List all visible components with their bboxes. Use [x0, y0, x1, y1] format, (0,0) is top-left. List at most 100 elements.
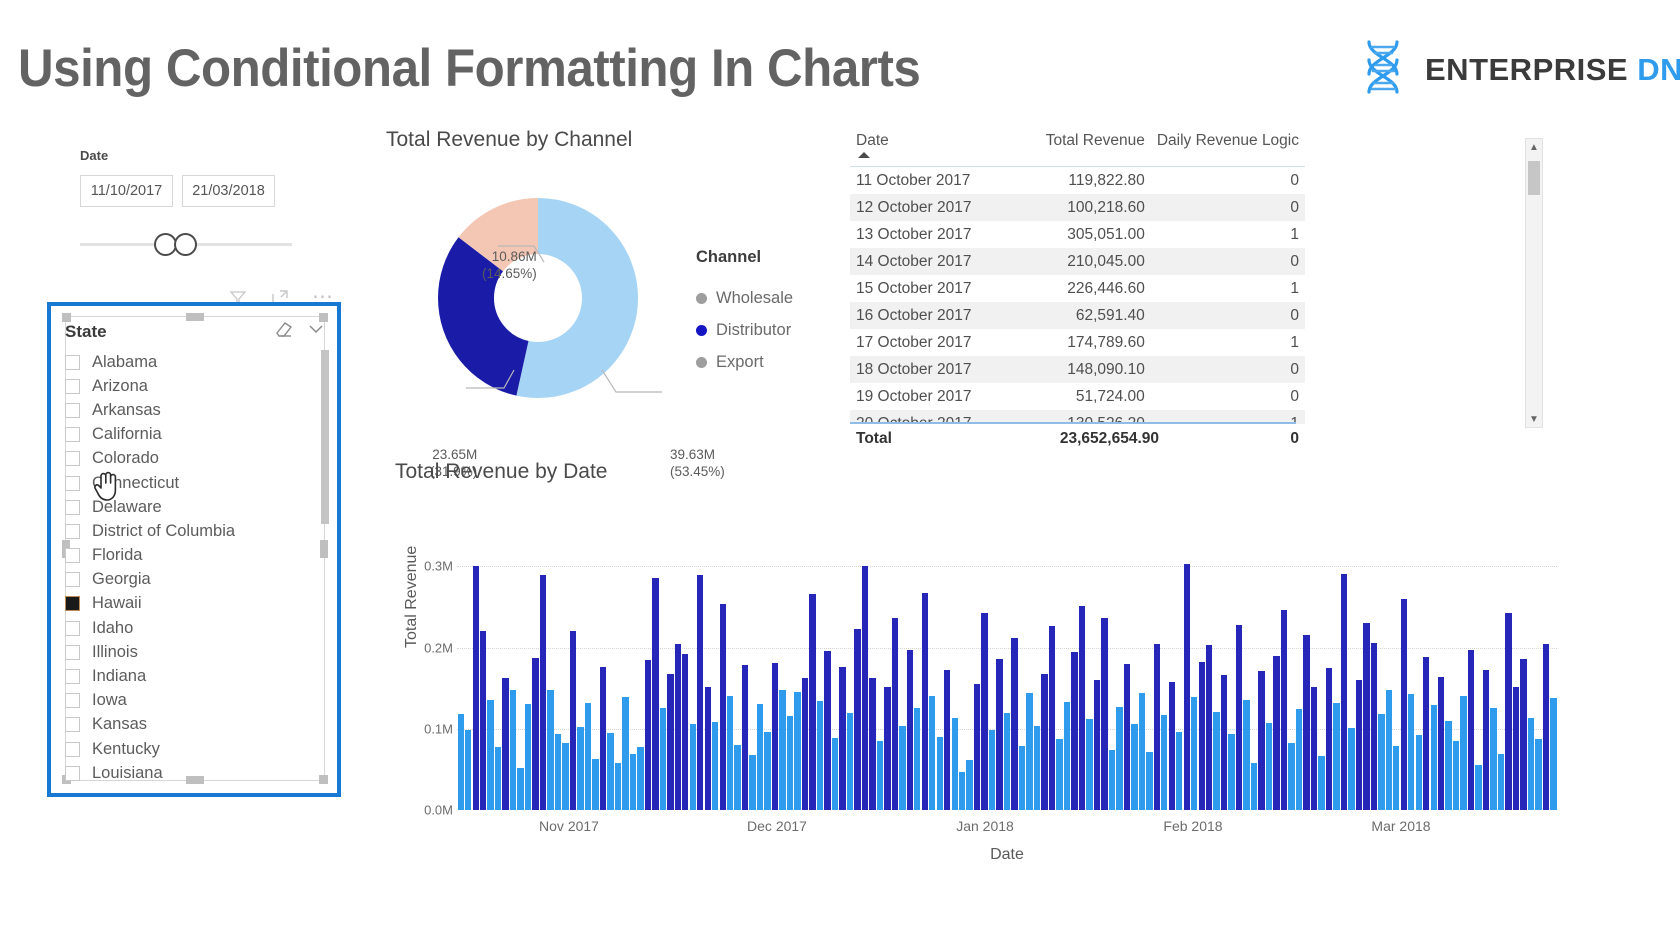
bar[interactable] — [1408, 693, 1415, 810]
bar[interactable] — [1415, 735, 1422, 810]
bar[interactable] — [1482, 670, 1490, 810]
bar[interactable] — [966, 760, 973, 810]
bar[interactable] — [884, 687, 891, 810]
bar[interactable] — [771, 663, 779, 810]
bar[interactable] — [502, 678, 509, 810]
bar[interactable] — [1198, 662, 1205, 810]
state-list-item[interactable]: Indiana — [65, 664, 315, 688]
state-checkbox[interactable] — [65, 523, 80, 539]
bar[interactable] — [861, 566, 869, 810]
bar[interactable] — [1452, 740, 1460, 810]
bar[interactable] — [1063, 702, 1071, 810]
bar[interactable] — [1527, 718, 1535, 810]
bar[interactable] — [554, 734, 562, 810]
bar[interactable] — [1310, 686, 1318, 810]
bar[interactable] — [1078, 606, 1086, 810]
bar[interactable] — [1512, 687, 1520, 810]
bar[interactable] — [584, 702, 592, 810]
bar[interactable] — [816, 701, 824, 810]
bar[interactable] — [801, 677, 809, 810]
state-list-item[interactable]: Georgia — [65, 568, 315, 592]
state-list-item[interactable]: Arkansas — [65, 398, 315, 422]
state-checkbox[interactable] — [65, 378, 80, 394]
bar[interactable] — [1423, 657, 1430, 810]
bar[interactable] — [1138, 693, 1146, 810]
bar[interactable] — [592, 758, 599, 810]
date-slicer[interactable]: Date 11/10/2017 21/03/2018 — [80, 148, 330, 256]
bar[interactable] — [1213, 711, 1220, 810]
state-checkbox[interactable] — [65, 717, 80, 733]
state-list-item[interactable]: Idaho — [65, 616, 315, 640]
bar[interactable] — [1273, 655, 1280, 810]
column-header-date[interactable]: Date — [850, 132, 1008, 167]
bar[interactable] — [569, 630, 577, 810]
state-checkbox[interactable] — [65, 596, 80, 612]
bar[interactable] — [1325, 667, 1333, 810]
bar[interactable] — [659, 707, 667, 810]
state-list-item[interactable]: Connecticut — [65, 471, 315, 495]
state-slicer-list[interactable]: Alabama Arizona Arkansas California Colorado… — [65, 350, 315, 787]
bar[interactable] — [622, 697, 629, 810]
bar[interactable] — [794, 692, 801, 810]
bar[interactable] — [1153, 643, 1160, 810]
date-start-input[interactable]: 11/10/2017 — [80, 175, 173, 207]
bar[interactable] — [1101, 617, 1108, 810]
more-options-icon[interactable]: ⋯ — [312, 286, 335, 307]
state-list-item[interactable]: District of Columbia — [65, 519, 315, 543]
state-list-item[interactable]: Alabama — [65, 350, 315, 374]
bar[interactable] — [509, 689, 517, 810]
bar-chart-bars[interactable] — [457, 542, 1557, 810]
bar[interactable] — [1348, 727, 1355, 810]
state-checkbox[interactable] — [65, 451, 80, 467]
bar[interactable] — [1243, 699, 1250, 810]
bar[interactable] — [1265, 723, 1273, 810]
bar[interactable] — [637, 746, 644, 810]
state-checkbox[interactable] — [65, 693, 80, 709]
state-slicer-scrollbar[interactable] — [321, 350, 329, 779]
bar[interactable] — [951, 718, 958, 810]
state-checkbox[interactable] — [65, 765, 80, 781]
state-list-item[interactable]: Arizona — [65, 374, 315, 398]
bar[interactable] — [1280, 610, 1288, 810]
bar[interactable] — [1355, 680, 1363, 810]
bar[interactable] — [1146, 752, 1153, 810]
revenue-table[interactable]: Date Total Revenue Daily Revenue Logic 1… — [850, 132, 1305, 424]
column-header-daily-revenue-logic[interactable]: Daily Revenue Logic — [1151, 132, 1305, 167]
bar[interactable] — [1183, 563, 1190, 810]
bar[interactable] — [1123, 663, 1131, 810]
bar[interactable] — [944, 670, 951, 810]
donut-legend-items[interactable]: Wholesale Distributor Export — [696, 282, 793, 378]
bar[interactable] — [682, 654, 689, 810]
bar[interactable] — [1303, 635, 1310, 810]
bar[interactable] — [1033, 726, 1041, 810]
bar[interactable] — [899, 725, 906, 810]
bar[interactable] — [779, 689, 786, 810]
bar[interactable] — [959, 771, 966, 810]
eraser-icon[interactable] — [263, 318, 295, 345]
donut-legend-item[interactable]: Distributor — [696, 314, 793, 346]
bar[interactable] — [689, 723, 696, 810]
table-row[interactable]: 17 October 2017 174,789.60 1 — [850, 329, 1305, 356]
table-row[interactable]: 15 October 2017 226,446.60 1 — [850, 275, 1305, 302]
bar[interactable] — [1393, 745, 1400, 810]
bar[interactable] — [547, 689, 554, 810]
bar[interactable] — [876, 740, 884, 810]
bar[interactable] — [1445, 720, 1452, 810]
bar[interactable] — [824, 650, 831, 810]
bar[interactable] — [487, 700, 494, 810]
table-row[interactable]: 13 October 2017 305,051.00 1 — [850, 221, 1305, 248]
bar[interactable] — [869, 678, 876, 810]
state-checkbox[interactable] — [65, 548, 80, 564]
bar[interactable] — [1295, 709, 1303, 810]
bar[interactable] — [749, 754, 756, 810]
chevron-down-icon[interactable] — [295, 318, 327, 345]
bar[interactable] — [973, 684, 981, 810]
bar[interactable] — [1333, 702, 1340, 810]
bar[interactable] — [577, 727, 584, 810]
bar[interactable] — [1228, 733, 1235, 810]
bar[interactable] — [914, 707, 921, 810]
table-row[interactable]: 18 October 2017 148,090.10 0 — [850, 356, 1305, 383]
revenue-table-scrollbar[interactable]: ▲ ▼ — [1525, 138, 1543, 428]
bar[interactable] — [1497, 753, 1505, 810]
slider-handle-end[interactable] — [174, 233, 197, 256]
